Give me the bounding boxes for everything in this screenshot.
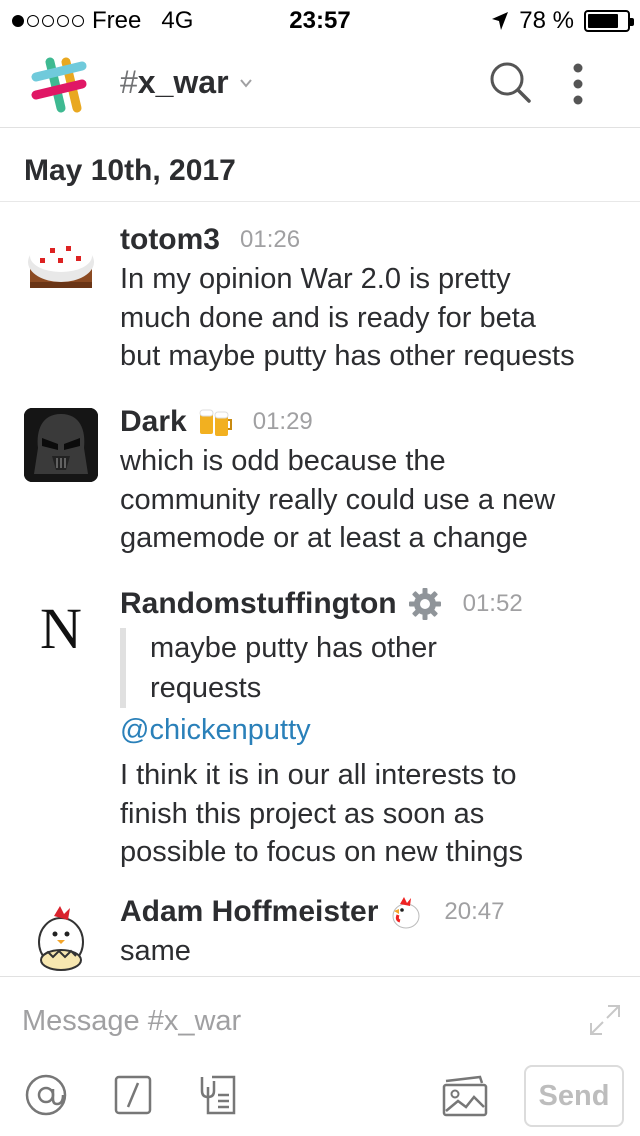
author-name[interactable]: totom3 bbox=[120, 223, 220, 257]
date-label: May 10th, 2017 bbox=[24, 154, 236, 187]
svg-text:N: N bbox=[40, 596, 82, 661]
message-header: Dark 01:29 bbox=[120, 402, 630, 442]
message-text: which is odd because the community reall… bbox=[120, 442, 630, 558]
cake-avatar[interactable] bbox=[24, 226, 98, 300]
battery-percent: 78 % bbox=[519, 7, 574, 34]
message-line: community really could use a new bbox=[120, 483, 556, 516]
quote-line: requests bbox=[150, 672, 262, 704]
slash-command-icon[interactable] bbox=[114, 1073, 152, 1117]
chevron-down-icon bbox=[239, 78, 252, 88]
message-line: but maybe putty has other requests bbox=[120, 340, 575, 372]
message-header: Adam Hoffmeister 20:47 bbox=[120, 892, 630, 932]
letter-n-avatar[interactable]: N bbox=[24, 590, 98, 664]
timestamp: 01:26 bbox=[240, 226, 301, 253]
message-line: gamemode or at least a change bbox=[120, 522, 528, 554]
channel-hash: # bbox=[120, 64, 138, 100]
user-mention[interactable]: @chickenputty bbox=[120, 710, 630, 750]
message-line: much done and is ready for beta bbox=[120, 301, 536, 334]
message-body: totom3 01:26 In my opinion War 2.0 is pr… bbox=[120, 220, 630, 376]
battery-fill bbox=[588, 14, 618, 28]
channel-title[interactable]: # x_war bbox=[120, 64, 253, 101]
dark-helmet-avatar[interactable] bbox=[24, 408, 98, 482]
beers-emoji bbox=[199, 409, 232, 436]
photo-icon[interactable] bbox=[440, 1073, 490, 1117]
rooster-emoji bbox=[392, 897, 420, 929]
at-icon[interactable] bbox=[24, 1073, 68, 1117]
message-header: Randomstuffington 01:52 bbox=[120, 584, 630, 624]
message-line: finish this project as soon as bbox=[120, 797, 485, 830]
author-name[interactable]: Randomstuffington bbox=[120, 587, 397, 621]
snippet-icon[interactable] bbox=[198, 1073, 238, 1117]
date-separator: May 10th, 2017 bbox=[0, 128, 640, 202]
message-body: Randomstuffington 01:52 maybe putty has … bbox=[120, 584, 630, 872]
message-input[interactable] bbox=[22, 999, 562, 1043]
search-icon[interactable] bbox=[488, 60, 532, 104]
quote-line: maybe putty has other bbox=[150, 632, 437, 664]
message-header: totom3 01:26 bbox=[120, 220, 630, 260]
send-button[interactable]: Send bbox=[524, 1065, 624, 1127]
message-text: I think it is in our all interests to fi… bbox=[120, 756, 630, 872]
slack-logo[interactable] bbox=[30, 56, 88, 114]
message-line: I think it is in our all interests to bbox=[120, 759, 517, 791]
timestamp: 20:47 bbox=[444, 898, 505, 925]
timestamp: 01:29 bbox=[252, 408, 313, 435]
author-name[interactable]: Adam Hoffmeister bbox=[120, 895, 378, 929]
channel-name: x_war bbox=[137, 64, 229, 100]
message-body: Adam Hoffmeister 20:47 same bbox=[120, 892, 630, 971]
status-right: 78 % bbox=[491, 7, 634, 35]
status-bar: Free 4G 23:57 78 % bbox=[0, 0, 640, 40]
chick-avatar[interactable] bbox=[24, 898, 98, 972]
message-text: In my opinion War 2.0 is pretty much don… bbox=[120, 260, 630, 376]
message-list[interactable]: May 10th, 2017 totom3 01:26 In my opinio… bbox=[0, 128, 640, 976]
message-line: In my opinion War 2.0 is pretty bbox=[120, 263, 511, 295]
timestamp: 01:52 bbox=[462, 590, 523, 617]
message-body: Dark 01:29 which is odd because the comm… bbox=[120, 402, 630, 558]
channel-header: # x_war bbox=[0, 40, 640, 128]
location-arrow-icon bbox=[492, 12, 509, 30]
expand-icon[interactable] bbox=[588, 1003, 622, 1037]
battery-icon bbox=[584, 10, 634, 32]
author-name[interactable]: Dark bbox=[120, 405, 187, 439]
message-text: same bbox=[120, 932, 630, 971]
message-composer: Send bbox=[0, 976, 640, 1136]
message-line: which is odd because the bbox=[120, 445, 446, 477]
more-vertical-icon[interactable] bbox=[560, 60, 596, 108]
quoted-text: maybe putty has other requests bbox=[120, 628, 630, 708]
gear-emoji bbox=[408, 588, 441, 620]
message-line: possible to focus on new things bbox=[120, 836, 524, 868]
message-line: same bbox=[120, 935, 191, 967]
